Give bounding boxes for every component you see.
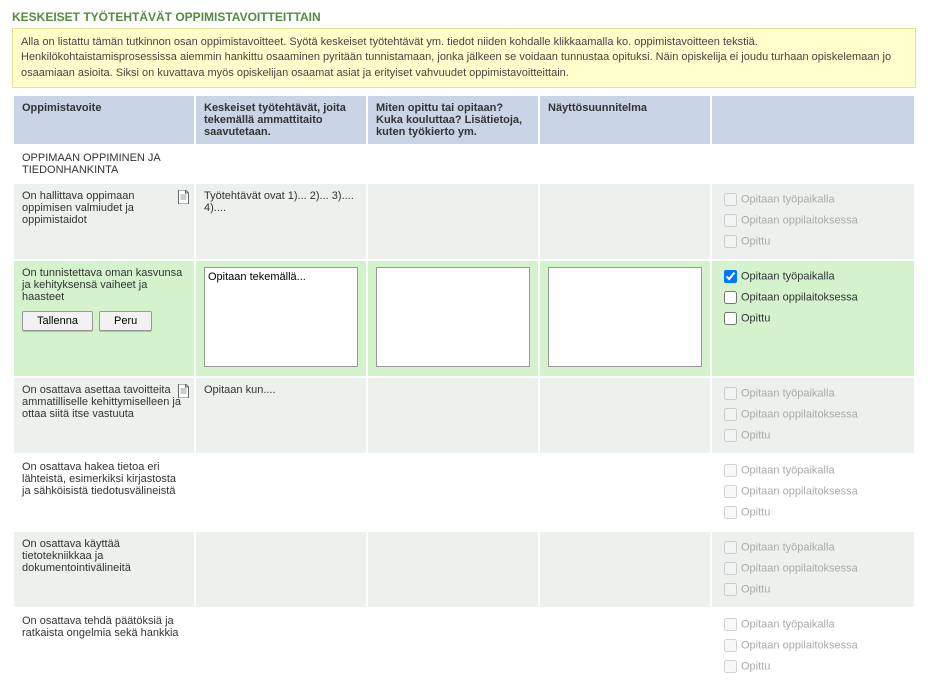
how-cell <box>368 378 538 453</box>
options-cell: Opitaan työpaikalla Opitaan oppilaitokses… <box>712 532 914 607</box>
checkbox-workplace-input <box>724 193 737 206</box>
checkbox-workplace: Opitaan työpaikalla <box>720 461 906 480</box>
checkbox-learned: Opittu <box>720 426 906 445</box>
document-icon <box>177 190 190 204</box>
how-cell <box>368 455 538 530</box>
checkbox-institution: Opitaan oppilaitoksessa <box>720 636 906 655</box>
header-tasks: Keskeiset työtehtävät, joita tekemällä a… <box>196 96 366 144</box>
demo-cell <box>540 532 710 607</box>
checkbox-institution: Opitaan oppilaitoksessa <box>720 211 906 230</box>
checkbox-workplace-input <box>724 464 737 477</box>
header-options <box>712 96 914 144</box>
goal-cell[interactable]: On hallittava oppimaan oppimisen valmiud… <box>14 184 194 259</box>
checkbox-workplace[interactable]: Opitaan työpaikalla <box>720 267 906 286</box>
options-cell: Opitaan työpaikalla Opitaan oppilaitokses… <box>712 609 914 684</box>
demo-textarea[interactable] <box>548 267 702 367</box>
section-title: KESKEISET TYÖTEHTÄVÄT OPPIMISTAVOITTEITT… <box>12 10 916 24</box>
goal-cell-active: On tunnistettava oman kasvunsa ja kehity… <box>14 261 194 376</box>
checkbox-workplace: Opitaan työpaikalla <box>720 384 906 403</box>
checkbox-institution-input <box>724 214 737 227</box>
checkbox-learned-input <box>724 506 737 519</box>
checkbox-learned-input <box>724 660 737 673</box>
document-icon <box>177 384 190 398</box>
checkbox-learned: Opittu <box>720 657 906 676</box>
how-cell <box>368 184 538 259</box>
tasks-textarea[interactable]: Opitaan tekemällä... <box>204 267 358 367</box>
intro-box: Alla on listattu tämän tutkinnon osan op… <box>12 28 916 88</box>
checkbox-workplace-input[interactable] <box>724 270 737 283</box>
tasks-cell <box>196 609 366 684</box>
checkbox-learned-input[interactable] <box>724 312 737 325</box>
checkbox-institution[interactable]: Opitaan oppilaitoksessa <box>720 288 906 307</box>
header-goal: Oppimistavoite <box>14 96 194 144</box>
cancel-button[interactable]: Peru <box>99 311 152 331</box>
tasks-cell <box>196 455 366 530</box>
checkbox-learned: Opittu <box>720 503 906 522</box>
checkbox-institution: Opitaan oppilaitoksessa <box>720 482 906 501</box>
header-how: Miten opittu tai opitaan? Kuka kouluttaa… <box>368 96 538 144</box>
demo-cell <box>540 378 710 453</box>
how-textarea[interactable] <box>376 267 530 367</box>
demo-cell <box>540 455 710 530</box>
checkbox-institution-input <box>724 639 737 652</box>
checkbox-workplace: Opitaan työpaikalla <box>720 190 906 209</box>
options-cell: Opitaan työpaikalla Opitaan oppilaitokses… <box>712 378 914 453</box>
checkbox-institution-input <box>724 562 737 575</box>
options-cell-active: Opitaan työpaikalla Opitaan oppilaitokses… <box>712 261 914 376</box>
checkbox-institution-input <box>724 408 737 421</box>
checkbox-institution-input[interactable] <box>724 291 737 304</box>
goals-table: Oppimistavoite Keskeiset työtehtävät, jo… <box>12 94 916 686</box>
options-cell: Opitaan työpaikalla Opitaan oppilaitokses… <box>712 184 914 259</box>
options-cell: Opitaan työpaikalla Opitaan oppilaitokses… <box>712 455 914 530</box>
checkbox-workplace-input <box>724 618 737 631</box>
checkbox-learned: Opittu <box>720 232 906 251</box>
goal-cell[interactable]: On osattava tehdä päätöksiä ja ratkaista… <box>14 609 194 684</box>
checkbox-learned: Opittu <box>720 580 906 599</box>
tasks-cell <box>196 532 366 607</box>
goal-cell[interactable]: On osattava käyttää tietotekniikkaa ja d… <box>14 532 194 607</box>
how-cell <box>368 609 538 684</box>
demo-cell <box>540 184 710 259</box>
section-heading: OPPIMAAN OPPIMINEN JA TIEDONHANKINTA <box>14 146 194 182</box>
tasks-cell: Opitaan kun.... <box>196 378 366 453</box>
checkbox-workplace-input <box>724 387 737 400</box>
checkbox-learned-input <box>724 235 737 248</box>
checkbox-institution: Opitaan oppilaitoksessa <box>720 405 906 424</box>
checkbox-workplace: Opitaan työpaikalla <box>720 615 906 634</box>
checkbox-institution-input <box>724 485 737 498</box>
checkbox-learned-input <box>724 429 737 442</box>
tasks-cell: Työtehtävät ovat 1)... 2)... 3).... 4)..… <box>196 184 366 259</box>
checkbox-learned[interactable]: Opittu <box>720 309 906 328</box>
header-demo: Näyttösuunnitelma <box>540 96 710 144</box>
goal-cell[interactable]: On osattava asettaa tavoitteita ammatill… <box>14 378 194 453</box>
checkbox-learned-input <box>724 583 737 596</box>
checkbox-workplace: Opitaan työpaikalla <box>720 538 906 557</box>
how-cell <box>368 532 538 607</box>
goal-cell[interactable]: On osattava hakea tietoa eri lähteistä, … <box>14 455 194 530</box>
checkbox-institution: Opitaan oppilaitoksessa <box>720 559 906 578</box>
checkbox-workplace-input <box>724 541 737 554</box>
demo-cell <box>540 609 710 684</box>
save-button[interactable]: Tallenna <box>22 311 93 331</box>
